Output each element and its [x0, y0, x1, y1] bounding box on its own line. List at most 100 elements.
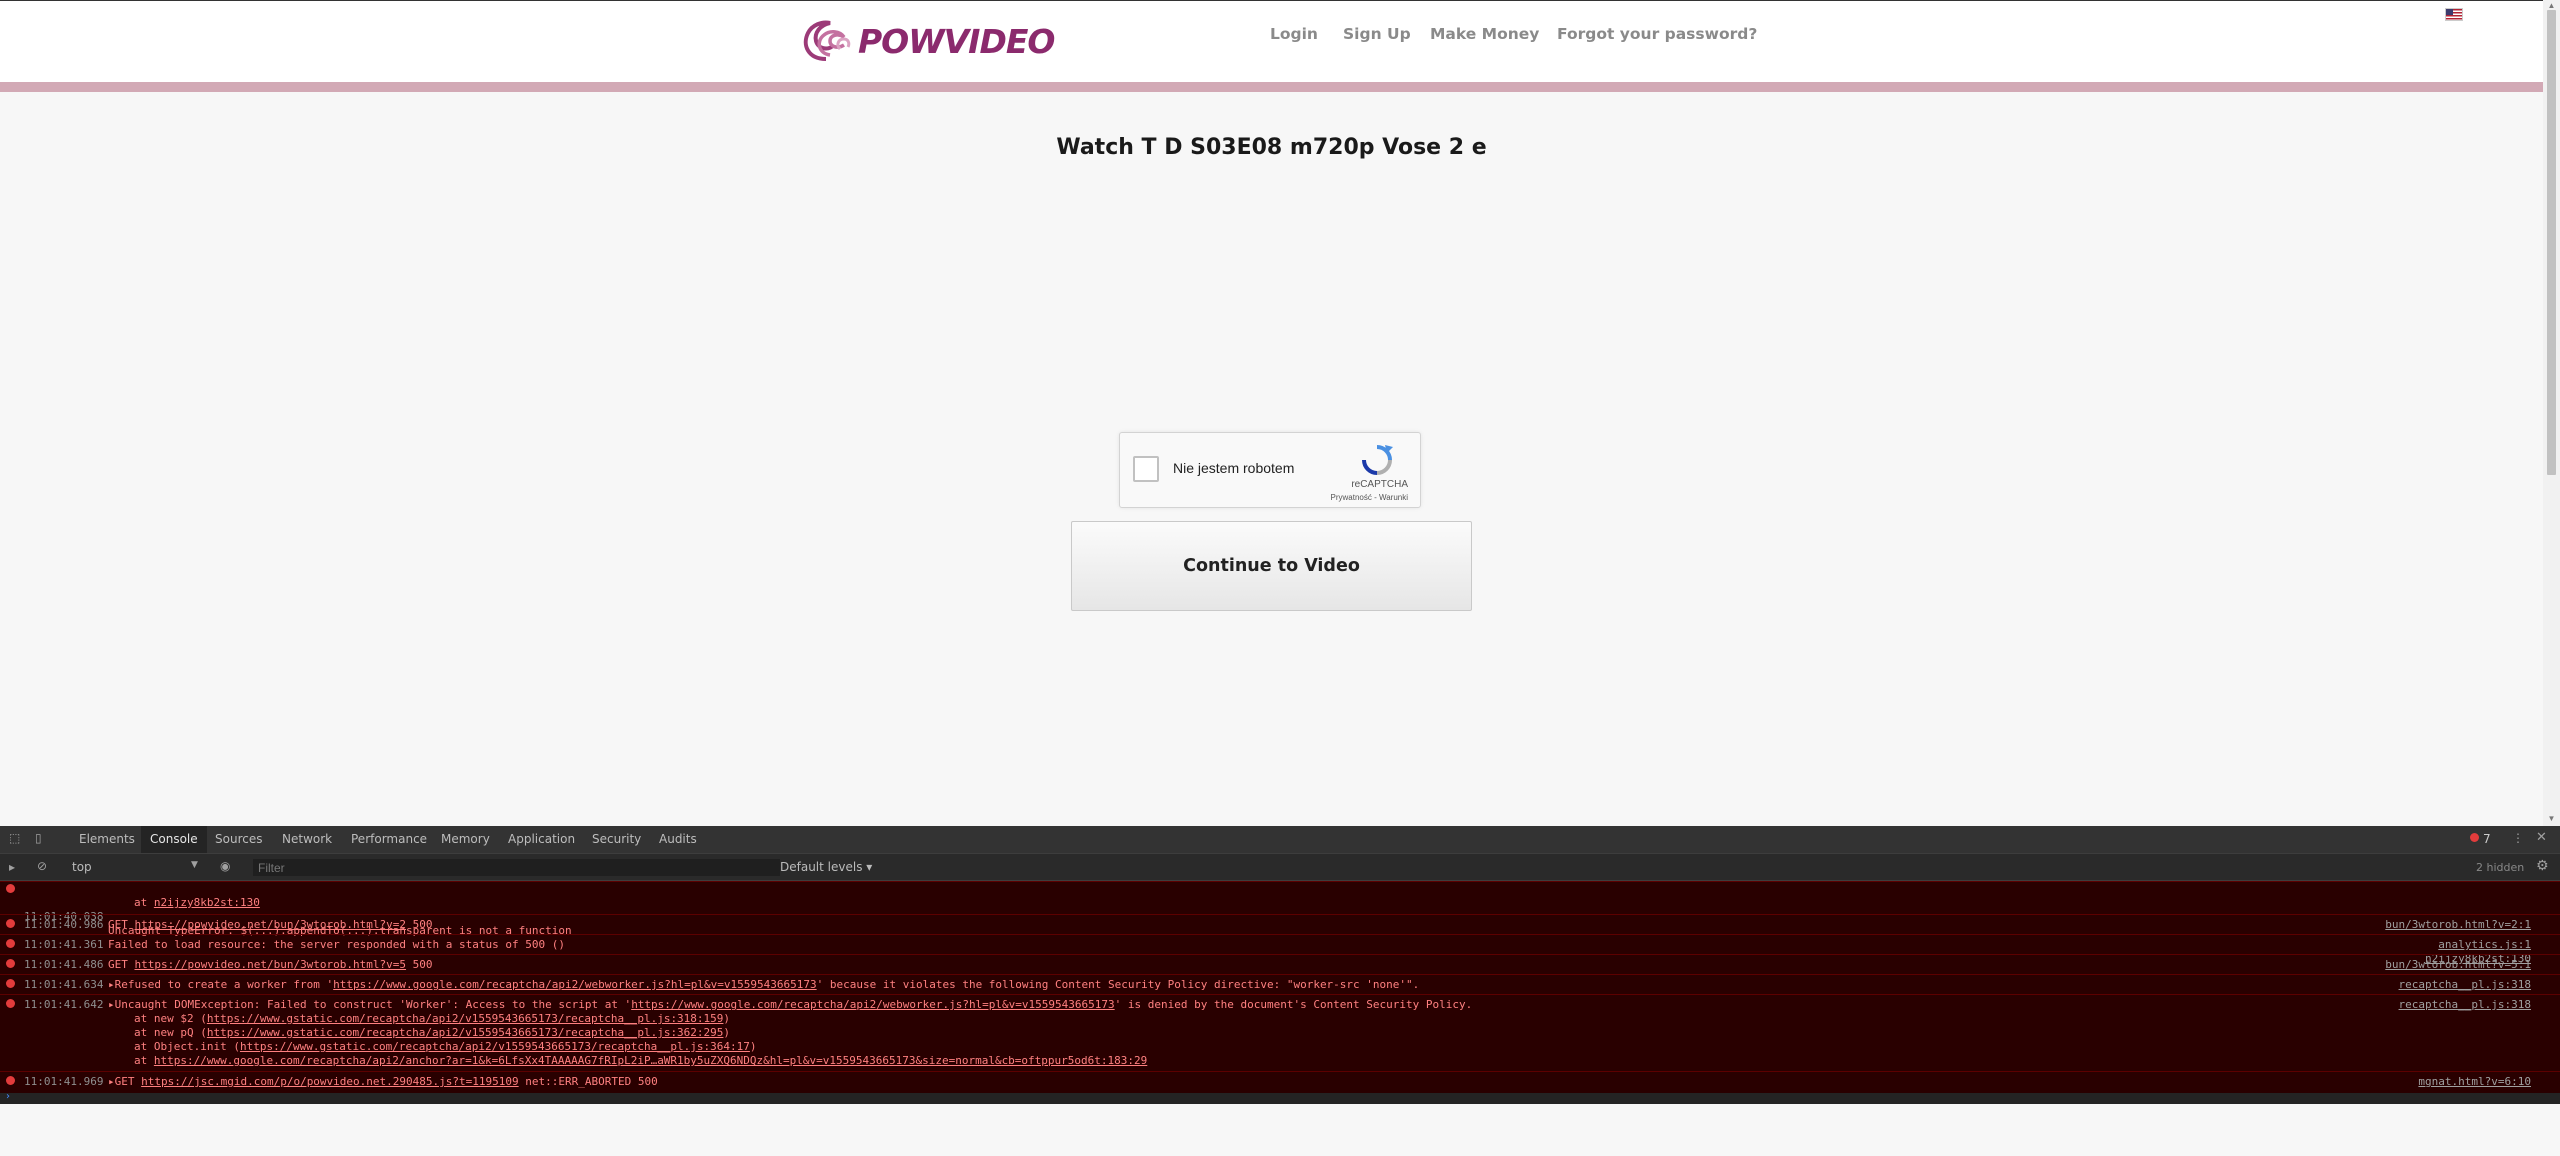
log-source-link[interactable]: bun/3wtorob.html?v=5:1 [2385, 958, 2531, 972]
stack-link[interactable]: https://www.google.com/recaptcha/api2/an… [154, 1054, 1147, 1067]
stack-text: ) [723, 1026, 731, 1039]
log-message[interactable]: ▸Uncaught DOMException: Failed to constr… [108, 998, 1472, 1012]
log-timestamp: 11:01:40.986 [24, 918, 104, 931]
tab-memory[interactable]: Memory [441, 832, 490, 846]
scroll-up-arrow-icon[interactable]: ▲ [2546, 1, 2557, 10]
console-error-entry: 11:01:40.986 GET https://powvideo.net/bu… [0, 914, 2560, 934]
log-timestamp: 11:01:41.969 [24, 1075, 104, 1088]
captcha-label: Nie jestem robotem [1173, 460, 1295, 476]
console-error-entry: 11:01:41.634 ▸Refused to create a worker… [0, 974, 2560, 994]
inspect-element-icon[interactable]: ⬚ [9, 831, 20, 845]
stack-text: at new $2 ( [134, 1012, 207, 1025]
nav-forgot-password[interactable]: Forgot your password? [1557, 25, 1757, 43]
log-text: ▸Uncaught DOMException: Failed to constr… [108, 998, 632, 1011]
context-dropdown-arrow-icon[interactable]: ▼ [191, 860, 198, 870]
console-prompt-input[interactable]: › [0, 1091, 2560, 1104]
log-message: GET https://powvideo.net/bun/3wtorob.htm… [108, 918, 433, 932]
console-filter-input[interactable] [253, 859, 780, 876]
stack-line: at Object.init (https://www.gstatic.com/… [134, 1040, 757, 1054]
log-timestamp: 11:01:41.634 [24, 978, 104, 991]
console-toolbar: ▸ ⊘ top ▼ ◉ Default levels ▾ 2 hidden ⚙ [0, 854, 2560, 881]
log-source-link[interactable]: bun/3wtorob.html?v=2:1 [2385, 918, 2531, 932]
log-source-link[interactable]: mgnat.html?v=6:10 [2418, 1075, 2531, 1089]
devtools-panel: ⬚ ▯ Elements Console Sources Network Per… [0, 826, 2560, 1104]
clear-console-icon[interactable]: ⊘ [37, 859, 47, 873]
log-source-link[interactable]: recaptcha__pl.js:318 [2399, 998, 2531, 1012]
log-text: net::ERR_ABORTED 500 [518, 1075, 658, 1088]
log-text: GET [108, 918, 135, 931]
console-error-entry: 11:01:41.642 ▸Uncaught DOMException: Fai… [0, 994, 2560, 1071]
live-expression-eye-icon[interactable]: ◉ [220, 859, 230, 873]
log-message[interactable]: ▸GET https://jsc.mgid.com/p/o/powvideo.n… [108, 1075, 658, 1089]
recaptcha-widget: Nie jestem robotem reCAPTCHA Prywatność … [1119, 432, 1421, 508]
prompt-chevron-icon: › [6, 1091, 10, 1102]
error-icon [6, 939, 15, 948]
stack-link[interactable]: https://www.gstatic.com/recaptcha/api2/v… [240, 1040, 750, 1053]
log-url-link[interactable]: https://www.google.com/recaptcha/api2/we… [631, 998, 1114, 1011]
tab-audits[interactable]: Audits [659, 832, 697, 846]
tab-elements[interactable]: Elements [79, 832, 135, 846]
stack-text: at [134, 896, 154, 909]
log-source-link[interactable]: recaptcha__pl.js:318 [2399, 978, 2531, 992]
console-settings-gear-icon[interactable]: ⚙ [2536, 858, 2549, 874]
tab-security[interactable]: Security [592, 832, 641, 846]
captcha-privacy-terms-links[interactable]: Prywatność - Warunki [1331, 493, 1409, 502]
stack-line: at new $2 (https://www.gstatic.com/recap… [134, 1012, 730, 1026]
stack-text: ) [749, 1040, 757, 1053]
log-message[interactable]: ▸Refused to create a worker from 'https:… [108, 978, 1419, 992]
captcha-checkbox[interactable] [1133, 456, 1159, 482]
console-error-entry: 11:01:41.969 ▸GET https://jsc.mgid.com/p… [0, 1071, 2560, 1091]
log-url-link[interactable]: https://powvideo.net/bun/3wtorob.html?v=… [135, 918, 407, 931]
close-devtools-icon[interactable]: ✕ [2536, 830, 2547, 845]
context-selector[interactable]: top [72, 860, 92, 874]
error-icon [6, 884, 15, 893]
log-timestamp: 11:01:41.486 [24, 958, 104, 971]
tab-console[interactable]: Console [141, 826, 207, 853]
sidebar-toggle-icon[interactable]: ▸ [9, 860, 15, 874]
nav-login[interactable]: Login [1270, 25, 1318, 43]
log-url-link[interactable]: https://powvideo.net/bun/3wtorob.html?v=… [135, 958, 407, 971]
error-icon [6, 959, 15, 968]
tab-application[interactable]: Application [508, 832, 575, 846]
console-error-entry: 11:01:41.361 Failed to load resource: th… [0, 934, 2560, 954]
page-title: Watch T D S03E08 m720p Vose 2 e [1056, 135, 1487, 160]
error-icon [6, 919, 15, 928]
device-toolbar-icon[interactable]: ▯ [35, 831, 42, 845]
stack-link[interactable]: https://www.gstatic.com/recaptcha/api2/v… [207, 1026, 724, 1039]
console-error-entry: 11:01:41.486 GET https://powvideo.net/bu… [0, 954, 2560, 974]
tab-performance[interactable]: Performance [351, 832, 427, 846]
tab-network[interactable]: Network [282, 832, 332, 846]
log-source-link[interactable]: analytics.js:1 [2438, 938, 2531, 952]
stack-text: ) [723, 1012, 731, 1025]
log-levels-dropdown[interactable]: Default levels ▾ [780, 860, 872, 874]
console-log-area: 11:01:40.038 Uncaught TypeError: $(...).… [0, 881, 2560, 1104]
log-text: GET [108, 958, 135, 971]
scroll-down-arrow-icon[interactable]: ▼ [2546, 814, 2557, 823]
console-error-entry: 11:01:40.038 Uncaught TypeError: $(...).… [0, 881, 2560, 965]
continue-to-video-button[interactable]: Continue to Video [1071, 521, 1472, 611]
log-text: 500 [406, 958, 433, 971]
stack-link[interactable]: n2ijzy8kb2st:130 [154, 896, 260, 909]
log-text: ' because it violates the following Cont… [816, 978, 1420, 991]
us-flag-icon[interactable] [2445, 8, 2463, 21]
scrollbar-thumb[interactable] [2547, 10, 2556, 475]
error-icon [6, 979, 15, 988]
stack-line: at https://www.google.com/recaptcha/api2… [134, 1054, 1147, 1068]
error-count[interactable]: 7 [2483, 832, 2491, 846]
site-logo[interactable]: POWVIDEO [800, 19, 1055, 63]
log-text: ▸Refused to create a worker from ' [108, 978, 334, 991]
log-url-link[interactable]: https://www.google.com/recaptcha/api2/we… [333, 978, 816, 991]
log-timestamp: 11:01:41.361 [24, 938, 104, 951]
error-icon [6, 1076, 15, 1085]
nav-make-money[interactable]: Make Money [1430, 25, 1539, 43]
hidden-messages-count: 2 hidden [2476, 861, 2525, 874]
more-options-icon[interactable]: ⋮ [2512, 831, 2524, 845]
logo-swirl-icon [803, 20, 851, 61]
devtools-tab-bar: ⬚ ▯ Elements Console Sources Network Per… [0, 826, 2560, 854]
stack-link[interactable]: https://www.gstatic.com/recaptcha/api2/v… [207, 1012, 724, 1025]
nav-sign-up[interactable]: Sign Up [1343, 25, 1411, 43]
header-accent-bar [0, 82, 2543, 92]
log-url-link[interactable]: https://jsc.mgid.com/p/o/powvideo.net.29… [141, 1075, 519, 1088]
error-count-icon[interactable] [2470, 833, 2479, 842]
tab-sources[interactable]: Sources [215, 832, 262, 846]
